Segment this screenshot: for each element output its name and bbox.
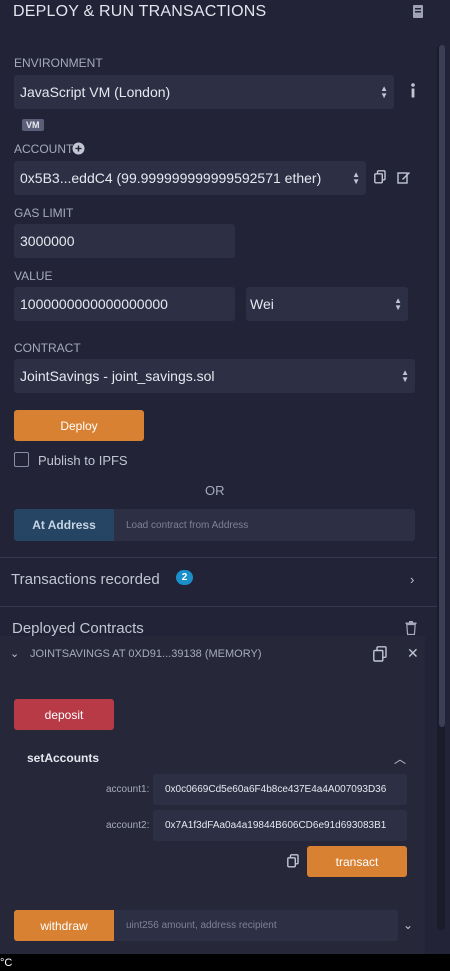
deploy-button[interactable]: Deploy	[14, 410, 144, 441]
scrollbar-thumb[interactable]	[439, 45, 445, 727]
account-value: 0x5B3...eddC4 (99.999999999999592571 eth…	[20, 170, 322, 186]
transactions-count-badge: 2	[176, 570, 193, 585]
chevron-down-icon[interactable]: ⌄	[10, 647, 19, 660]
select-arrows-icon: ▲ ▼	[401, 368, 409, 384]
edit-icon[interactable]	[397, 170, 411, 184]
environment-label: ENVIRONMENT	[14, 56, 103, 70]
section-divider	[0, 606, 437, 607]
add-account-icon[interactable]	[72, 142, 85, 155]
account1-label: account1:	[106, 784, 150, 795]
transact-button[interactable]: transact	[307, 846, 407, 877]
value-label: VALUE	[14, 269, 53, 283]
publish-ipfs-label: Publish to IPFS	[38, 453, 128, 468]
value-input[interactable]: 1000000000000000000	[14, 287, 235, 321]
info-icon[interactable]	[407, 82, 419, 100]
gas-limit-label: GAS LIMIT	[14, 206, 74, 220]
withdraw-args-input[interactable]: uint256 amount, address recipient	[114, 910, 398, 941]
account-label: ACCOUNT	[14, 142, 74, 156]
chevron-right-icon[interactable]: ›	[410, 572, 414, 587]
contract-select[interactable]: JointSavings - joint_savings.sol ▲ ▼	[14, 359, 415, 393]
deposit-button[interactable]: deposit	[14, 699, 114, 730]
withdraw-button[interactable]: withdraw	[14, 910, 114, 941]
select-arrows-icon: ▲ ▼	[394, 296, 402, 312]
set-accounts-title: setAccounts	[27, 751, 100, 765]
transactions-recorded-label[interactable]: Transactions recorded	[11, 571, 160, 588]
trash-icon[interactable]	[405, 621, 417, 635]
account2-label: account2:	[106, 820, 150, 831]
account2-input[interactable]: 0x7A1f3dFAa0a4a19844B606CD6e91d693083B1	[153, 810, 407, 841]
section-divider	[0, 557, 437, 558]
copy-calldata-icon[interactable]	[287, 854, 299, 868]
at-address-button[interactable]: At Address	[14, 509, 114, 541]
contract-label: CONTRACT	[14, 341, 81, 355]
copy-icon[interactable]	[373, 646, 387, 662]
taskbar-strip	[0, 954, 450, 971]
contract-value: JointSavings - joint_savings.sol	[20, 368, 215, 384]
vm-badge: VM	[22, 119, 44, 131]
close-icon[interactable]: ✕	[407, 645, 419, 662]
plugin-docs-icon[interactable]	[412, 4, 424, 19]
panel-title: DEPLOY & RUN TRANSACTIONS	[13, 3, 267, 20]
copy-icon[interactable]	[374, 170, 386, 184]
account1-input[interactable]: 0x0c0669Cd5e60a6F4b8ce437E4a4A007093D36	[153, 774, 407, 805]
contract-instance-title[interactable]: JOINTSAVINGS AT 0XD91...39138 (MEMORY)	[30, 648, 261, 660]
gas-limit-input[interactable]: 3000000	[14, 224, 235, 258]
publish-ipfs-checkbox[interactable]	[14, 452, 29, 467]
environment-select[interactable]: JavaScript VM (London) ▲ ▼	[14, 75, 394, 109]
select-arrows-icon: ▲ ▼	[352, 170, 360, 186]
at-address-input[interactable]: Load contract from Address	[114, 509, 415, 541]
account-select[interactable]: 0x5B3...eddC4 (99.999999999999592571 eth…	[14, 161, 366, 195]
chevron-down-icon[interactable]: ⌄	[403, 918, 413, 932]
value-unit-select[interactable]: Wei ▲ ▼	[246, 287, 408, 321]
value-unit: Wei	[250, 296, 274, 312]
chevron-up-icon[interactable]: ︿	[394, 750, 406, 767]
or-separator: OR	[205, 483, 225, 498]
select-arrows-icon: ▲ ▼	[380, 84, 388, 100]
environment-value: JavaScript VM (London)	[20, 84, 171, 100]
temperature-unit: °C	[0, 957, 13, 969]
deployed-contracts-label: Deployed Contracts	[12, 620, 144, 637]
